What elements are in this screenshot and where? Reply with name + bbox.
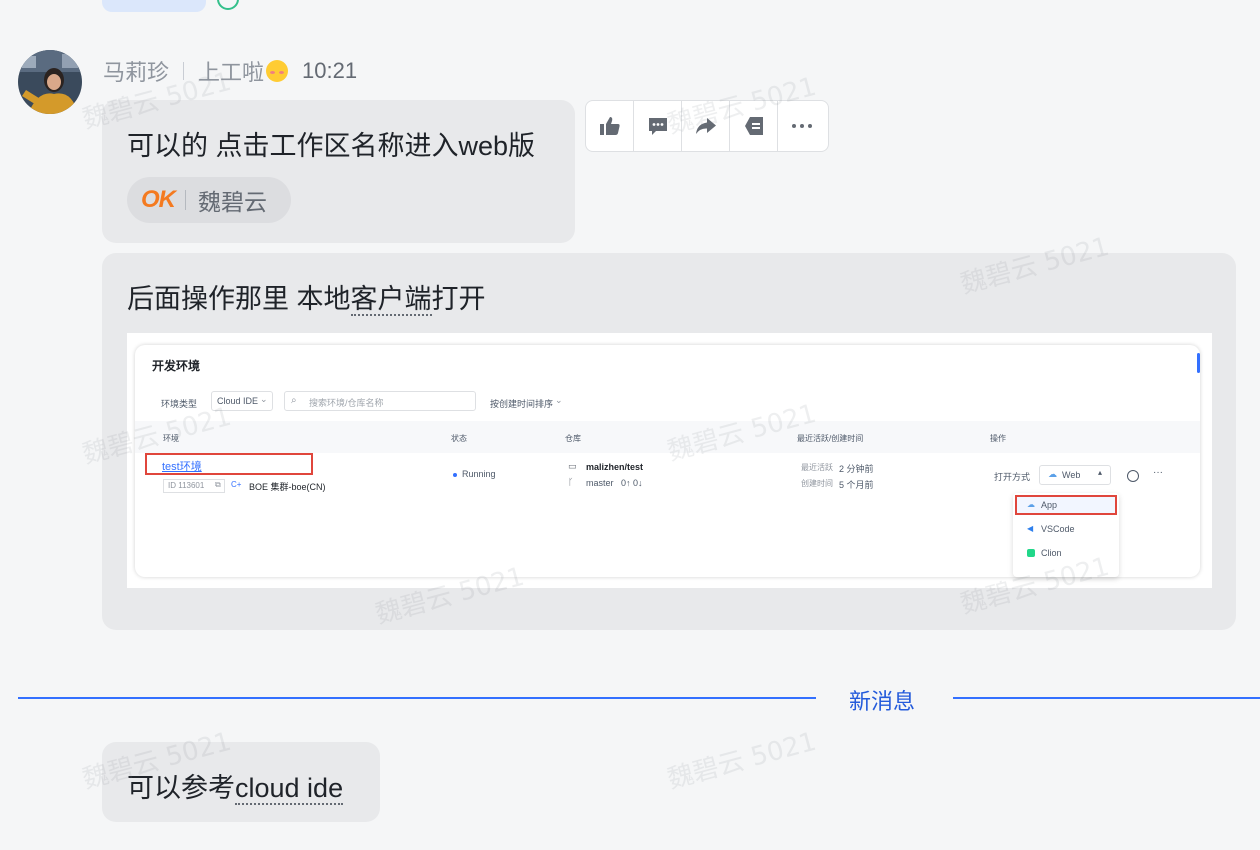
created: 5 个月前 xyxy=(839,480,874,490)
reaction-chip[interactable]: OK 魏碧云 xyxy=(127,177,291,223)
avatar[interactable] xyxy=(18,50,82,114)
sender-status: 上工啦 xyxy=(198,60,265,85)
thumbs-up-icon xyxy=(599,117,620,135)
clion-icon xyxy=(1027,549,1035,557)
message-text-part: 后面操作那里 本地 xyxy=(127,284,351,314)
read-status-icon xyxy=(217,0,239,10)
screenshot-panel: 开发环境 环境类型 Cloud IDE ⌄ ⌕ 搜索环境/仓库名称 按创建时间排… xyxy=(135,345,1200,577)
repo-icon: ▭ xyxy=(568,461,577,471)
branch-counts: 0↑ 0↓ xyxy=(621,478,643,488)
status-text: Running xyxy=(462,469,496,479)
reaction-user: 魏碧云 xyxy=(198,189,267,215)
message-text: 可以的 点击工作区名称进入web版 xyxy=(127,131,536,161)
reply-button[interactable] xyxy=(634,101,682,151)
created-label: 创建时间 xyxy=(801,479,833,488)
open-with-select: ☁ Web ▴ xyxy=(1039,465,1111,485)
chevron-up-icon: ▴ xyxy=(1098,468,1103,477)
env-name-link: test环境 xyxy=(162,461,202,473)
ok-emoji-icon: OK xyxy=(141,186,176,213)
env-id: ID 113601 xyxy=(168,481,205,490)
column-header: 仓库 xyxy=(565,434,581,443)
last-active: 2 分钟前 xyxy=(839,464,874,474)
branch-icon: ᚴ xyxy=(568,477,574,487)
chevron-down-icon: ⌄ xyxy=(555,395,563,405)
pause-icon xyxy=(1127,470,1139,482)
pin-button[interactable] xyxy=(730,101,778,151)
screenshot-title: 开发环境 xyxy=(152,359,201,373)
search-input: ⌕ 搜索环境/仓库名称 xyxy=(284,391,476,411)
embedded-screenshot-image[interactable]: 开发环境 环境类型 Cloud IDE ⌄ ⌕ 搜索环境/仓库名称 按创建时间排… xyxy=(127,333,1212,588)
comment-icon xyxy=(648,118,667,135)
sender-info: 马莉珍 上工啦 10:21 xyxy=(103,57,357,85)
dropdown-option: VSCode xyxy=(1041,524,1075,534)
column-header: 环境 xyxy=(163,434,179,443)
filter-type-label: 环境类型 xyxy=(161,399,198,409)
repo-name: malizhen/test xyxy=(586,462,644,472)
forward-button[interactable] xyxy=(682,101,730,151)
dropdown-option: App xyxy=(1041,500,1058,510)
branch-name: master xyxy=(586,478,614,488)
message-action-toolbar xyxy=(585,100,829,152)
copy-icon: ⧉ xyxy=(215,480,221,489)
chevron-down-icon: ⌄ xyxy=(260,394,268,404)
more-icon xyxy=(792,124,812,128)
watermark: 魏碧云 5021 xyxy=(664,726,820,796)
pin-icon xyxy=(744,117,763,135)
scrollbar xyxy=(1197,353,1200,373)
thumbs-up-button[interactable] xyxy=(586,101,634,151)
keyword-link[interactable]: 客户端 xyxy=(350,284,432,316)
column-header: 状态 xyxy=(451,434,467,443)
message-text: 可以参考cloud ide xyxy=(127,766,344,805)
message-text: 后面操作那里 本地客户端打开 xyxy=(127,277,486,316)
cloud-icon: ☁ xyxy=(1027,500,1035,509)
column-header: 最近活跃/创建时间 xyxy=(797,434,864,443)
sort-label: 按创建时间排序 xyxy=(490,399,554,409)
new-messages-divider-line xyxy=(953,697,1260,699)
vscode-icon: ◀ xyxy=(1027,524,1034,533)
dropdown-option: Clion xyxy=(1041,548,1062,558)
separator xyxy=(183,62,185,80)
table-header xyxy=(135,421,1200,453)
message-bubble[interactable]: 可以参考cloud ide xyxy=(102,742,380,822)
search-placeholder: 搜索环境/仓库名称 xyxy=(309,398,384,408)
previous-reaction-pill[interactable] xyxy=(102,0,206,12)
search-icon: ⌕ xyxy=(291,395,297,406)
cluster-name: BOE 集群-boe(CN) xyxy=(249,482,326,492)
keyword-link[interactable]: cloud ide xyxy=(235,773,344,805)
blush-emoji-icon xyxy=(266,60,289,82)
open-with-value: Web xyxy=(1062,470,1081,480)
more-icon: ··· xyxy=(1153,467,1163,478)
status-dot-icon xyxy=(453,473,457,477)
new-messages-label: 新消息 xyxy=(849,689,916,714)
separator xyxy=(185,190,186,210)
filter-type-value: Cloud IDE xyxy=(217,396,259,406)
message-time: 10:21 xyxy=(302,58,358,83)
message-text-part: 可以参考 xyxy=(127,773,235,803)
filter-type-select: Cloud IDE ⌄ xyxy=(211,391,273,411)
cluster-icon: C+ xyxy=(231,480,242,489)
open-with-label: 打开方式 xyxy=(994,472,1031,482)
forward-icon xyxy=(695,118,716,134)
message-text-part: 打开 xyxy=(431,284,486,314)
more-button[interactable] xyxy=(778,101,826,151)
column-header: 操作 xyxy=(990,434,1006,443)
last-active-label: 最近活跃 xyxy=(801,463,833,472)
new-messages-divider-line xyxy=(18,697,816,699)
cloud-icon: ☁ xyxy=(1048,469,1057,479)
sender-name[interactable]: 马莉珍 xyxy=(103,55,169,87)
